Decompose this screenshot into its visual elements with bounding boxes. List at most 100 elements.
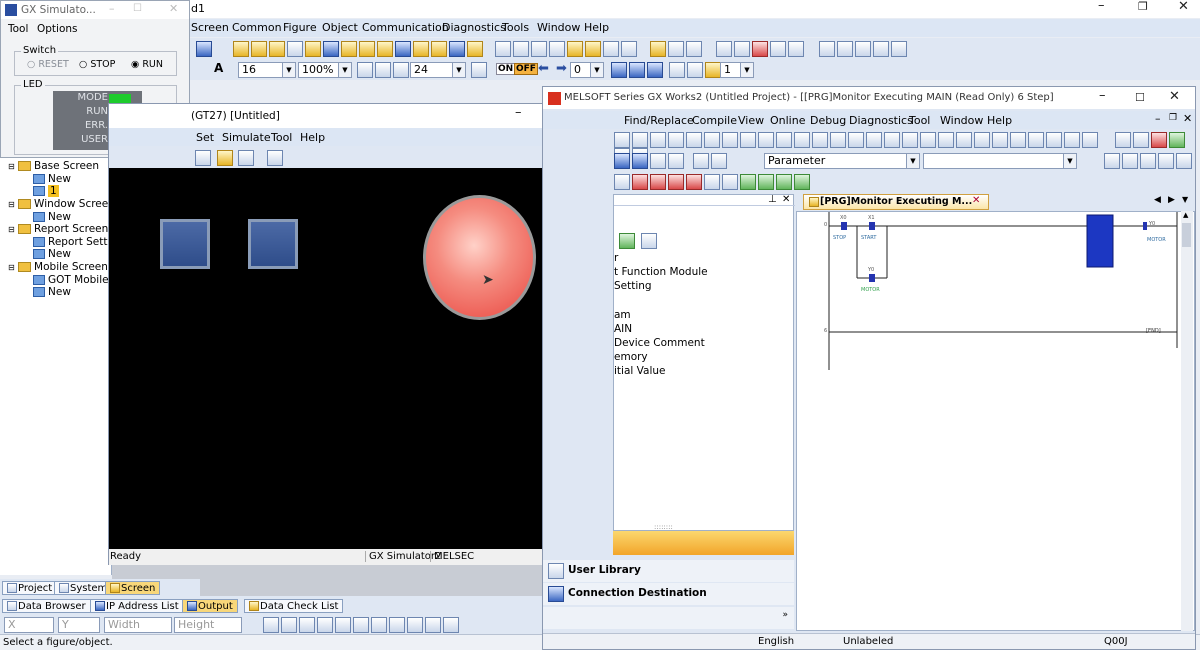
gt27-menu-tool[interactable]: Tool [271, 131, 292, 144]
nav-item-4[interactable]: AIN [614, 323, 632, 336]
object-icon[interactable] [304, 41, 321, 57]
tab-scroll-left[interactable]: ◀ [1154, 195, 1161, 205]
text-icon[interactable] [667, 41, 684, 57]
menu-object[interactable]: Object [322, 21, 358, 34]
tree-mobile-screen[interactable]: ⊟ Mobile Screen [8, 261, 108, 274]
gt27-minimize[interactable]: – [515, 105, 522, 120]
cut-icon[interactable] [614, 132, 630, 148]
layer-icon[interactable] [705, 62, 721, 78]
tab-screen[interactable]: Screen [105, 581, 161, 595]
paste-icon[interactable] [650, 132, 666, 148]
mdi-minimize[interactable]: – [1155, 112, 1161, 125]
align-icon[interactable] [263, 617, 279, 633]
tree-new-3[interactable]: New [33, 248, 71, 261]
id-icon[interactable] [647, 62, 663, 78]
nav-item-1[interactable]: t Function Module [614, 266, 708, 279]
gx-menu-debug[interactable]: Debug [810, 114, 846, 127]
ladder-tab-close[interactable]: ✕ [972, 195, 980, 206]
tool-icon[interactable] [992, 132, 1008, 148]
tool-icon[interactable] [848, 132, 864, 148]
parameter-select[interactable]: Parameter ▼ [764, 153, 920, 169]
ladder-scrollbar[interactable]: ▲ [1181, 211, 1193, 631]
nav-item-6[interactable]: emory [614, 351, 648, 364]
tool-icon[interactable] [884, 132, 900, 148]
tool-icon[interactable] [1082, 132, 1098, 148]
mdi-restore[interactable]: ❐ [1169, 113, 1177, 123]
run-icon[interactable] [1150, 132, 1167, 148]
tree-base-screen[interactable]: ⊟ Base Screen [8, 160, 99, 173]
tool-icon[interactable] [1010, 132, 1026, 148]
scroll-up-icon[interactable]: ▲ [1183, 211, 1188, 219]
gt27-menu-simulate[interactable]: Simulate [222, 131, 271, 144]
secondary-select[interactable]: ▼ [923, 153, 1077, 169]
stop-switch-button[interactable] [160, 219, 210, 269]
tool-icon[interactable] [758, 132, 774, 148]
tab-project[interactable]: Project [2, 581, 58, 595]
tool-icon[interactable] [830, 132, 846, 148]
tool-icon[interactable] [668, 153, 684, 169]
tab-data-check-list[interactable]: Data Check List [244, 599, 344, 613]
tool-icon[interactable] [1114, 132, 1131, 148]
sort-icon[interactable] [641, 233, 657, 249]
nav-item-5[interactable]: Device Comment [614, 337, 705, 350]
size-select[interactable]: 24 ▼ [410, 62, 466, 78]
nav-item-7[interactable]: itial Value [614, 365, 665, 378]
simulator-menu-tool[interactable]: Tool [8, 23, 28, 35]
screen-icon[interactable] [250, 41, 267, 57]
library-icon[interactable] [711, 153, 727, 169]
figure-icon[interactable] [513, 41, 529, 57]
menu-diagnostics[interactable]: Diagnostics [442, 21, 506, 34]
stop-radio[interactable]: ○ STOP [79, 59, 115, 70]
tool-icon[interactable] [1028, 132, 1044, 148]
tree-window-screen[interactable]: ⊟ Window Screen [8, 198, 115, 211]
pin-icon[interactable]: ⊥ [768, 194, 777, 205]
ladder-icon[interactable] [1176, 153, 1192, 169]
align-icon[interactable] [317, 617, 333, 633]
tool-icon[interactable] [902, 132, 918, 148]
tool-icon[interactable] [632, 174, 648, 190]
tree-new-4[interactable]: New [33, 286, 71, 299]
reset-radio[interactable]: ○ RESET [27, 59, 69, 70]
font-size-select[interactable]: 16 ▼ [238, 62, 296, 78]
nav-item-2[interactable]: Setting [614, 280, 652, 293]
off-button[interactable]: OFF [514, 63, 538, 75]
maximize-button[interactable]: ❐ [1138, 0, 1148, 13]
figure-icon[interactable] [567, 41, 583, 57]
write-icon[interactable] [1168, 132, 1185, 148]
align-icon[interactable] [407, 617, 423, 633]
gx-menu-online[interactable]: Online [770, 114, 805, 127]
refresh-icon[interactable] [619, 233, 635, 249]
tool-icon[interactable] [974, 132, 990, 148]
layer-icon[interactable] [687, 62, 703, 78]
menu-common[interactable]: Common [232, 21, 282, 34]
close-button[interactable]: ✕ [1178, 0, 1189, 14]
object-icon[interactable] [376, 41, 393, 57]
ladder-icon[interactable] [1122, 153, 1138, 169]
tool-icon[interactable] [716, 41, 732, 57]
gx-menu-help[interactable]: Help [987, 114, 1012, 127]
arrow-left-icon[interactable]: ⬅ [538, 61, 549, 76]
mdi-close[interactable]: ✕ [1183, 112, 1192, 125]
project-section-header[interactable] [613, 531, 794, 555]
tool-icon[interactable] [752, 41, 768, 57]
tab-scroll-right[interactable]: ▶ [1168, 195, 1175, 205]
align-icon[interactable] [281, 617, 297, 633]
tool-icon[interactable] [1132, 132, 1149, 148]
object-icon[interactable] [466, 41, 483, 57]
tool-icon[interactable] [1064, 132, 1080, 148]
simulator-minimize[interactable]: – [109, 2, 115, 15]
tool-icon[interactable] [722, 174, 738, 190]
align-icon[interactable] [425, 617, 441, 633]
menu-window[interactable]: Window [537, 21, 580, 34]
nav-item-3[interactable]: am [614, 309, 631, 322]
figure-icon[interactable] [549, 41, 565, 57]
step-select[interactable]: 0 ▼ [570, 62, 604, 78]
gxworks-minimize[interactable]: – [1099, 88, 1106, 103]
gx-menu-diagnostics[interactable]: Diagnostics [849, 114, 913, 127]
object-icon[interactable] [430, 41, 447, 57]
tool-icon[interactable] [734, 41, 750, 57]
gx-menu-compile[interactable]: Compile [692, 114, 737, 127]
tool-icon[interactable] [794, 174, 810, 190]
start-switch-button[interactable] [248, 219, 298, 269]
help-icon[interactable] [693, 153, 709, 169]
